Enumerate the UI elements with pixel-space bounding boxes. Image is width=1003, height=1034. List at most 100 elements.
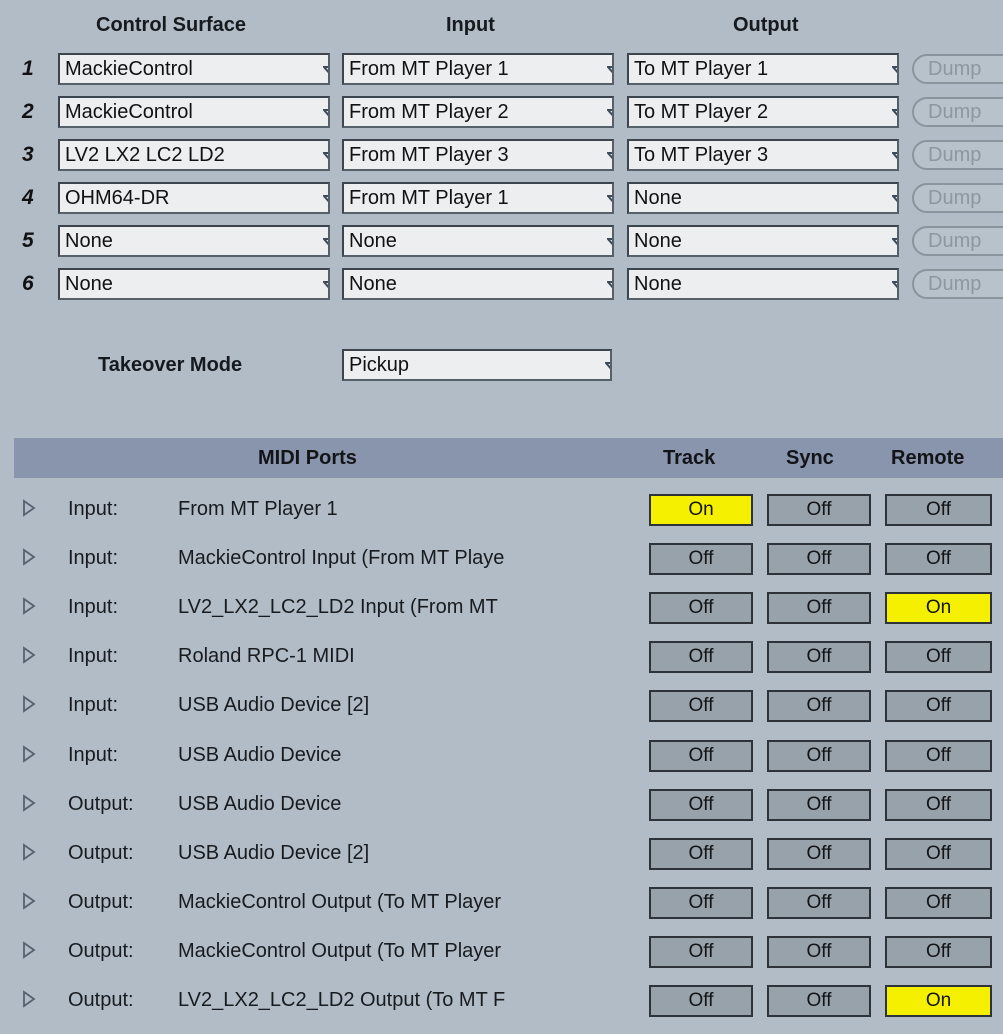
- remote-toggle[interactable]: Off: [885, 641, 992, 673]
- dump-button[interactable]: Dump: [912, 97, 1003, 127]
- disclosure-triangle-icon[interactable]: [22, 695, 36, 713]
- sync-toggle[interactable]: Off: [767, 543, 871, 575]
- remote-toggle[interactable]: Off: [885, 887, 992, 919]
- output-dropdown[interactable]: To MT Player 2: [627, 96, 899, 128]
- port-name: LV2_LX2_LC2_LD2 Input (From MT: [178, 596, 498, 618]
- sync-toggle[interactable]: Off: [767, 641, 871, 673]
- sync-toggle[interactable]: Off: [767, 690, 871, 722]
- sync-toggle[interactable]: Off: [767, 494, 871, 526]
- remote-toggle[interactable]: Off: [885, 690, 992, 722]
- disclosure-triangle-icon[interactable]: [22, 843, 36, 861]
- control-surface-dropdown[interactable]: LV2 LX2 LC2 LD2: [58, 139, 330, 171]
- midi-port-row: Output: LV2_LX2_LC2_LD2 Output (To MT F Of…: [0, 978, 1003, 1024]
- disclosure-triangle-icon[interactable]: [22, 745, 36, 763]
- output-value: None: [634, 230, 682, 252]
- input-dropdown[interactable]: From MT Player 2: [342, 96, 614, 128]
- input-value: None: [349, 230, 397, 252]
- disclosure-triangle-icon[interactable]: [22, 597, 36, 615]
- output-dropdown[interactable]: To MT Player 1: [627, 53, 899, 85]
- control-surface-dropdown[interactable]: None: [58, 268, 330, 300]
- dump-button[interactable]: Dump: [912, 183, 1003, 213]
- sync-toggle[interactable]: Off: [767, 789, 871, 821]
- track-toggle[interactable]: Off: [649, 985, 753, 1017]
- output-value: To MT Player 2: [634, 101, 769, 123]
- input-value: None: [349, 273, 397, 295]
- port-type-label: Input:: [68, 744, 119, 766]
- track-toggle[interactable]: On: [649, 494, 753, 526]
- header-track: Track: [663, 447, 716, 469]
- port-name: MackieControl Output (To MT Player: [178, 940, 502, 962]
- takeover-mode-dropdown[interactable]: Pickup: [342, 349, 612, 381]
- port-name: From MT Player 1: [178, 498, 338, 520]
- input-value: From MT Player 1: [349, 187, 509, 209]
- control-surface-value: MackieControl: [65, 101, 193, 123]
- control-surface-dropdown[interactable]: None: [58, 225, 330, 257]
- remote-toggle[interactable]: Off: [885, 543, 992, 575]
- dump-button[interactable]: Dump: [912, 226, 1003, 256]
- disclosure-triangle-icon[interactable]: [22, 794, 36, 812]
- track-toggle[interactable]: Off: [649, 838, 753, 870]
- port-name: MackieControl Output (To MT Player: [178, 891, 502, 913]
- disclosure-triangle-icon[interactable]: [22, 499, 36, 517]
- input-dropdown[interactable]: None: [342, 225, 614, 257]
- sync-toggle[interactable]: Off: [767, 838, 871, 870]
- takeover-mode-value: Pickup: [349, 354, 410, 376]
- track-toggle[interactable]: Off: [649, 641, 753, 673]
- control-surface-dropdown[interactable]: MackieControl: [58, 96, 330, 128]
- input-dropdown[interactable]: From MT Player 3: [342, 139, 614, 171]
- track-toggle[interactable]: Off: [649, 543, 753, 575]
- control-surface-dropdown[interactable]: MackieControl: [58, 53, 330, 85]
- remote-toggle[interactable]: On: [885, 592, 992, 624]
- output-dropdown[interactable]: None: [627, 268, 899, 300]
- port-name: Roland RPC-1 MIDI: [178, 645, 355, 667]
- input-dropdown[interactable]: From MT Player 1: [342, 182, 614, 214]
- remote-toggle[interactable]: Off: [885, 936, 992, 968]
- surface-row-number: 3: [22, 143, 34, 166]
- output-dropdown[interactable]: None: [627, 225, 899, 257]
- track-toggle[interactable]: Off: [649, 740, 753, 772]
- input-dropdown[interactable]: None: [342, 268, 614, 300]
- track-toggle[interactable]: Off: [649, 690, 753, 722]
- port-type-label: Output:: [68, 940, 134, 962]
- disclosure-triangle-icon[interactable]: [22, 990, 36, 1008]
- control-surface-value: None: [65, 230, 113, 252]
- output-dropdown[interactable]: To MT Player 3: [627, 139, 899, 171]
- control-surface-value: OHM64-DR: [65, 187, 170, 209]
- dump-button[interactable]: Dump: [912, 140, 1003, 170]
- remote-toggle[interactable]: Off: [885, 494, 992, 526]
- output-value: None: [634, 273, 682, 295]
- track-toggle[interactable]: Off: [649, 592, 753, 624]
- remote-toggle[interactable]: Off: [885, 740, 992, 772]
- input-value: From MT Player 2: [349, 101, 509, 123]
- sync-toggle[interactable]: Off: [767, 740, 871, 772]
- dump-button[interactable]: Dump: [912, 54, 1003, 84]
- track-toggle[interactable]: Off: [649, 887, 753, 919]
- sync-toggle[interactable]: Off: [767, 887, 871, 919]
- input-value: From MT Player 1: [349, 58, 509, 80]
- header-control-surface: Control Surface: [96, 14, 247, 36]
- surface-row-number: 5: [22, 229, 34, 252]
- input-value: From MT Player 3: [349, 144, 509, 166]
- takeover-mode-label: Takeover Mode: [98, 354, 243, 376]
- surface-row-number: 2: [22, 100, 34, 123]
- input-dropdown[interactable]: From MT Player 1: [342, 53, 614, 85]
- track-toggle[interactable]: Off: [649, 789, 753, 821]
- control-surface-value: None: [65, 273, 113, 295]
- disclosure-triangle-icon[interactable]: [22, 892, 36, 910]
- output-dropdown[interactable]: None: [627, 182, 899, 214]
- disclosure-triangle-icon[interactable]: [22, 646, 36, 664]
- track-toggle[interactable]: Off: [649, 936, 753, 968]
- port-name: USB Audio Device: [178, 793, 342, 815]
- disclosure-triangle-icon[interactable]: [22, 941, 36, 959]
- port-type-label: Output:: [68, 793, 134, 815]
- disclosure-triangle-icon[interactable]: [22, 548, 36, 566]
- sync-toggle[interactable]: Off: [767, 985, 871, 1017]
- control-surface-dropdown[interactable]: OHM64-DR: [58, 182, 330, 214]
- port-type-label: Output:: [68, 891, 134, 913]
- sync-toggle[interactable]: Off: [767, 592, 871, 624]
- dump-button[interactable]: Dump: [912, 269, 1003, 299]
- remote-toggle[interactable]: On: [885, 985, 992, 1017]
- sync-toggle[interactable]: Off: [767, 936, 871, 968]
- remote-toggle[interactable]: Off: [885, 789, 992, 821]
- remote-toggle[interactable]: Off: [885, 838, 992, 870]
